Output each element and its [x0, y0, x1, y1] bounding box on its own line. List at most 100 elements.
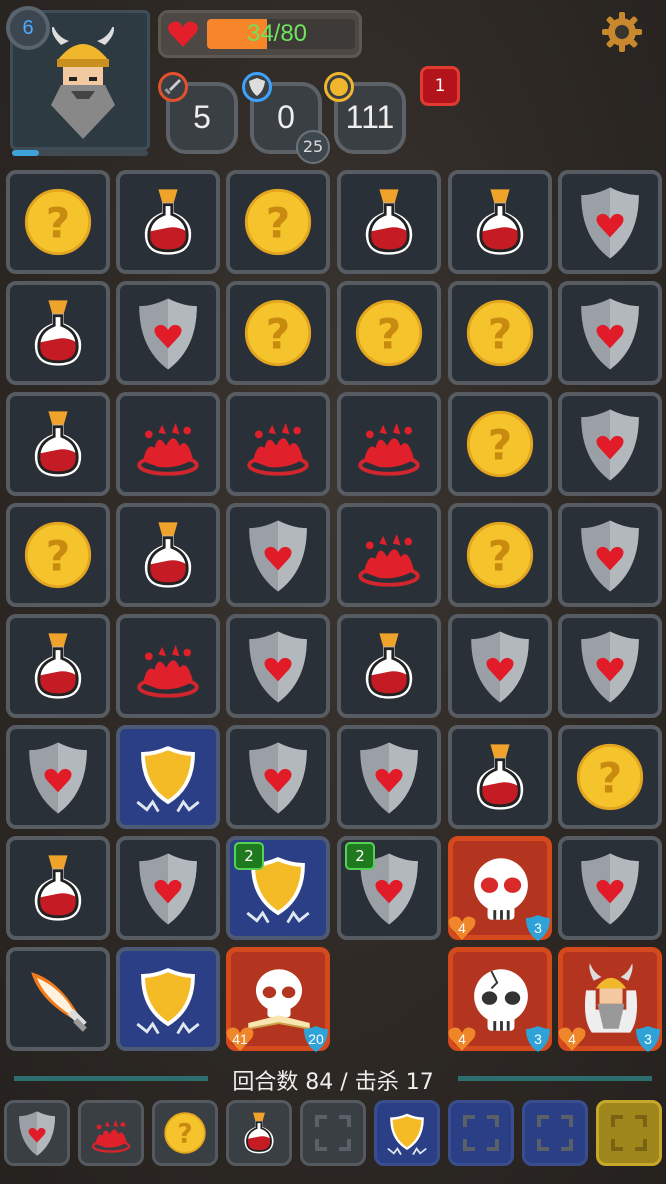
tile-skull-red-eyes[interactable]: 43 [448, 836, 553, 943]
inventory-slot-potion[interactable] [226, 1100, 292, 1166]
tile-shield[interactable] [226, 614, 330, 718]
level-value: 6 [22, 17, 34, 39]
tile-blood[interactable] [116, 392, 220, 496]
blood-icon [358, 422, 420, 476]
enemy-shield-badge: 3 [523, 913, 553, 943]
tile-shield[interactable] [226, 503, 330, 607]
tile-shield[interactable] [448, 614, 552, 718]
shield-icon [581, 298, 639, 370]
enemy-shield-badge: 20 [301, 1024, 331, 1054]
tile-coin[interactable]: ? [226, 170, 330, 274]
tile-armor[interactable] [116, 725, 220, 829]
coin-icon: ? [466, 299, 534, 367]
shield-icon [581, 409, 639, 481]
svg-text:?: ? [46, 198, 70, 247]
tile-shield[interactable] [6, 725, 110, 829]
coin-icon: ? [164, 1112, 206, 1154]
tile-coin[interactable]: ? [558, 725, 662, 829]
inventory-slot-empty-blue[interactable] [448, 1100, 514, 1166]
tile-potion[interactable] [6, 392, 110, 496]
tile-armor[interactable] [116, 947, 220, 1051]
inventory-slot-gold-empty[interactable] [596, 1100, 662, 1166]
burn-status-badge[interactable]: 1 [420, 66, 460, 106]
shield-icon [360, 742, 418, 814]
empty-slot-icon [611, 1115, 647, 1151]
tile-potion[interactable] [337, 614, 441, 718]
tile-shield[interactable] [116, 836, 220, 940]
tile-armor[interactable]: 2 [226, 836, 330, 940]
shield-stat-icon [242, 72, 272, 102]
tile-boss-skull[interactable]: 41 20 [225, 947, 331, 1054]
tile-potion[interactable] [448, 170, 552, 274]
sword-icon [31, 972, 87, 1032]
potion-icon [34, 855, 82, 921]
tile-coin[interactable]: ? [337, 281, 441, 385]
tile-potion[interactable] [6, 836, 110, 940]
potion-icon [476, 189, 524, 255]
enemy-hp-badge: 41 [225, 1024, 255, 1054]
tile-shield[interactable]: 2 [337, 836, 441, 940]
tile-potion[interactable] [116, 170, 220, 274]
bonus-plus-badge: 2 [345, 842, 375, 870]
coin-icon: ? [466, 410, 534, 478]
inventory-slot-shield[interactable] [4, 1100, 70, 1166]
tile-coin[interactable]: ? [6, 503, 110, 607]
tile-coin[interactable]: ? [448, 281, 552, 385]
inventory-slot-armor[interactable] [374, 1100, 440, 1166]
inventory-slot-empty-blue[interactable] [522, 1100, 588, 1166]
enemy-hp-value: 4 [458, 920, 466, 936]
enemy-hp-badge: 4 [447, 1024, 477, 1054]
tile-blood[interactable] [337, 392, 441, 496]
heart-icon [168, 21, 198, 47]
enemy-shield-value: 3 [534, 1031, 542, 1047]
tile-potion[interactable] [337, 170, 441, 274]
tile-shield[interactable] [558, 503, 662, 607]
inventory-slot-empty[interactable] [300, 1100, 366, 1166]
tile-shield[interactable] [226, 725, 330, 829]
potion-icon [144, 522, 192, 588]
tile-blood[interactable] [116, 614, 220, 718]
svg-text:?: ? [266, 309, 291, 358]
tile-shield[interactable] [337, 725, 441, 829]
tile-coin[interactable]: ? [226, 281, 330, 385]
enemy-hp-badge: 4 [557, 1024, 587, 1054]
armor-bonus-value: 25 [302, 137, 324, 156]
shield-icon [19, 1111, 55, 1156]
tile-shield[interactable] [558, 836, 662, 940]
tile-potion[interactable] [6, 281, 110, 385]
tile-potion[interactable] [116, 503, 220, 607]
tile-coin[interactable]: ? [448, 392, 552, 496]
tile-shield[interactable] [116, 281, 220, 385]
blood-icon [91, 1119, 131, 1153]
tile-potion[interactable] [448, 725, 552, 829]
inventory-slot-coin[interactable]: ? [152, 1100, 218, 1166]
tile-viking-enemy[interactable]: 43 [557, 947, 663, 1054]
shield-icon [471, 631, 529, 703]
tile-skull-cracked[interactable]: 43 [447, 947, 552, 1054]
enemy-hp-value: 4 [458, 1031, 466, 1047]
bonus-plus-badge: 2 [234, 842, 264, 870]
svg-text:?: ? [488, 309, 513, 358]
tile-potion[interactable] [6, 614, 110, 718]
tile-shield[interactable] [558, 281, 662, 385]
tile-sword[interactable] [6, 947, 110, 1051]
empty-slot-icon [537, 1115, 573, 1151]
health-bar: 34/80 [158, 10, 362, 58]
svg-text:?: ? [488, 420, 513, 469]
armor-bonus-badge: 25 [296, 130, 330, 164]
tile-shield[interactable] [558, 170, 662, 274]
tile-shield[interactable] [558, 614, 662, 718]
svg-text:?: ? [266, 198, 291, 247]
burn-value: 1 [434, 76, 446, 96]
empty-slot-icon [315, 1115, 351, 1151]
shield-icon [581, 853, 639, 925]
tile-coin[interactable]: ? [448, 503, 552, 607]
tile-blood[interactable] [226, 392, 330, 496]
xp-bar [12, 150, 148, 156]
tile-shield[interactable] [558, 392, 662, 496]
tile-blood[interactable] [337, 503, 441, 607]
inventory-slot-blood[interactable] [78, 1100, 144, 1166]
settings-gear-icon[interactable] [600, 10, 644, 54]
tile-coin[interactable]: ? [6, 170, 110, 274]
enemy-shield-badge: 3 [633, 1024, 663, 1054]
